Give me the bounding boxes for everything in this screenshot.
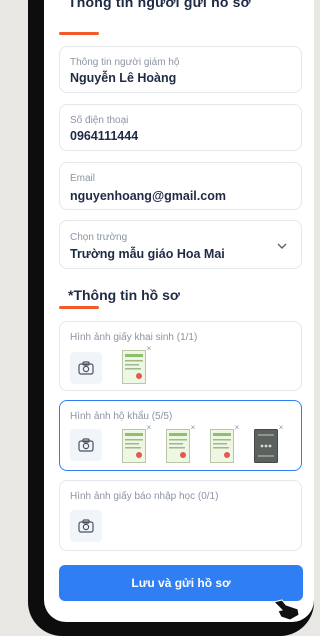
- phone-field-value: 0964111444: [70, 129, 139, 143]
- document-image: [122, 429, 146, 463]
- document-thumbnail[interactable]: ×: [166, 424, 195, 463]
- school-select-label: Chọn trường: [70, 232, 128, 243]
- section-title: *Thông tin hồ sơ: [68, 287, 180, 303]
- email-field[interactable]: Email nguyenhoang@gmail.com: [59, 162, 302, 210]
- document-image: [122, 350, 146, 384]
- camera-button[interactable]: [70, 510, 102, 542]
- document-thumbnail[interactable]: ×: [122, 345, 151, 384]
- camera-button[interactable]: [70, 352, 102, 384]
- phone-field-label: Số điện thoại: [70, 115, 129, 126]
- document-image: [210, 429, 234, 463]
- section-header-clipped: Thông tin người gửi hồ sơ: [68, 0, 251, 10]
- camera-icon: [78, 438, 94, 452]
- school-select[interactable]: Chọn trường Trường mẫu giáo Hoa Mai: [59, 220, 302, 269]
- guardian-field-value: Nguyễn Lê Hoàng: [70, 71, 177, 85]
- camera-icon: [78, 519, 94, 533]
- hand-pointer-icon: [273, 599, 300, 621]
- guardian-field-label: Thông tin người giám hộ: [70, 57, 180, 68]
- remove-icon[interactable]: ×: [233, 424, 241, 432]
- email-field-label: Email: [70, 173, 96, 184]
- save-submit-button[interactable]: Lưu và gửi hồ sơ: [59, 565, 303, 601]
- upload-label: Hình ảnh giấy khai sinh (1/1): [70, 332, 198, 343]
- upload-birth-certificate: Hình ảnh giấy khai sinh (1/1) ×: [59, 321, 302, 391]
- remove-icon[interactable]: ×: [189, 424, 197, 432]
- upload-household-registration: Hình ảnh hộ khẩu (5/5) × × × ×: [59, 400, 302, 471]
- upload-admission-notice: Hình ảnh giấy báo nhập học (0/1): [59, 480, 302, 551]
- document-thumbnail[interactable]: ×: [210, 424, 239, 463]
- remove-icon[interactable]: ×: [145, 424, 153, 432]
- remove-icon[interactable]: ×: [277, 424, 285, 432]
- upload-label: Hình ảnh giấy báo nhập học (0/1): [70, 491, 219, 502]
- camera-icon: [78, 361, 94, 375]
- chevron-down-icon: [277, 243, 287, 249]
- document-image: [254, 429, 278, 463]
- phone-field[interactable]: Số điện thoại 0964111444: [59, 104, 302, 151]
- document-thumbnail[interactable]: ×: [122, 424, 151, 463]
- section-title-underline: [59, 306, 99, 309]
- upload-label: Hình ảnh hộ khẩu (5/5): [70, 411, 173, 422]
- guardian-field[interactable]: Thông tin người giám hộ Nguyễn Lê Hoàng: [59, 46, 302, 93]
- camera-button[interactable]: [70, 429, 102, 461]
- document-image: [166, 429, 190, 463]
- document-thumbnail[interactable]: ×: [254, 424, 283, 463]
- section-underline: [59, 32, 99, 35]
- remove-icon[interactable]: ×: [145, 345, 153, 353]
- form-screen: Thông tin người gửi hồ sơ Thông tin ngườ…: [44, 0, 314, 622]
- email-field-value: nguyenhoang@gmail.com: [70, 189, 226, 203]
- school-select-value: Trường mẫu giáo Hoa Mai: [70, 247, 225, 261]
